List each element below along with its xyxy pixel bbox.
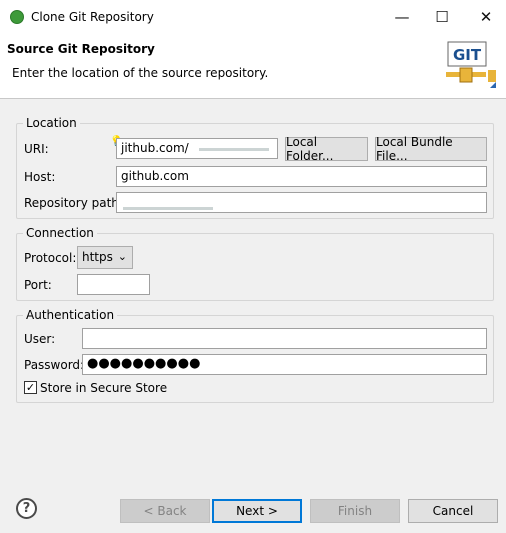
redacted-mark (123, 207, 213, 210)
eclipse-app-icon (10, 10, 24, 24)
user-label: User: (24, 332, 56, 346)
password-label: Password: (24, 358, 85, 372)
page-title: Source Git Repository (7, 42, 155, 56)
cancel-button[interactable]: Cancel (408, 499, 498, 523)
host-label: Host: (24, 170, 56, 184)
port-input[interactable] (77, 274, 150, 295)
chevron-down-icon: ⌄ (117, 250, 127, 263)
repository-path-input[interactable] (116, 192, 487, 213)
back-button[interactable]: < Back (120, 499, 210, 523)
store-secure-checkbox[interactable]: ✓ (24, 381, 37, 394)
page-description: Enter the location of the source reposit… (12, 66, 269, 80)
local-folder-button[interactable]: Local Folder... (285, 135, 368, 163)
port-label: Port: (24, 278, 52, 292)
maximize-icon[interactable]: ☐ (422, 4, 462, 30)
password-input[interactable]: ●●●●●●●●●● (82, 354, 487, 375)
connection-legend: Connection (23, 226, 97, 240)
store-secure-label: Store in Secure Store (40, 381, 168, 395)
minimize-icon[interactable]: — (382, 4, 422, 30)
close-icon[interactable]: ✕ (466, 4, 506, 30)
authentication-legend: Authentication (23, 308, 118, 322)
local-bundle-file-button[interactable]: Local Bundle File... (375, 135, 487, 163)
git-banner-icon: GIT (446, 41, 496, 88)
host-input[interactable]: github.com (116, 166, 487, 187)
uri-input[interactable]: jithub.com/ (116, 138, 278, 159)
help-icon[interactable]: ? (16, 498, 37, 519)
next-button[interactable]: Next > (212, 499, 302, 523)
protocol-select[interactable]: https ⌄ (77, 246, 133, 269)
protocol-label: Protocol: (24, 251, 77, 265)
uri-label: URI: (24, 142, 49, 156)
redacted-mark (199, 148, 269, 151)
finish-button[interactable]: Finish (310, 499, 400, 523)
repository-path-label: Repository path: (24, 196, 123, 210)
wizard-header: Source Git Repository Enter the location… (0, 34, 506, 99)
location-legend: Location (23, 116, 80, 130)
window-title: Clone Git Repository (31, 10, 154, 24)
user-input[interactable] (82, 328, 487, 349)
git-banner-text: GIT (453, 46, 482, 64)
title-bar: Clone Git Repository — ☐ ✕ (0, 0, 506, 34)
